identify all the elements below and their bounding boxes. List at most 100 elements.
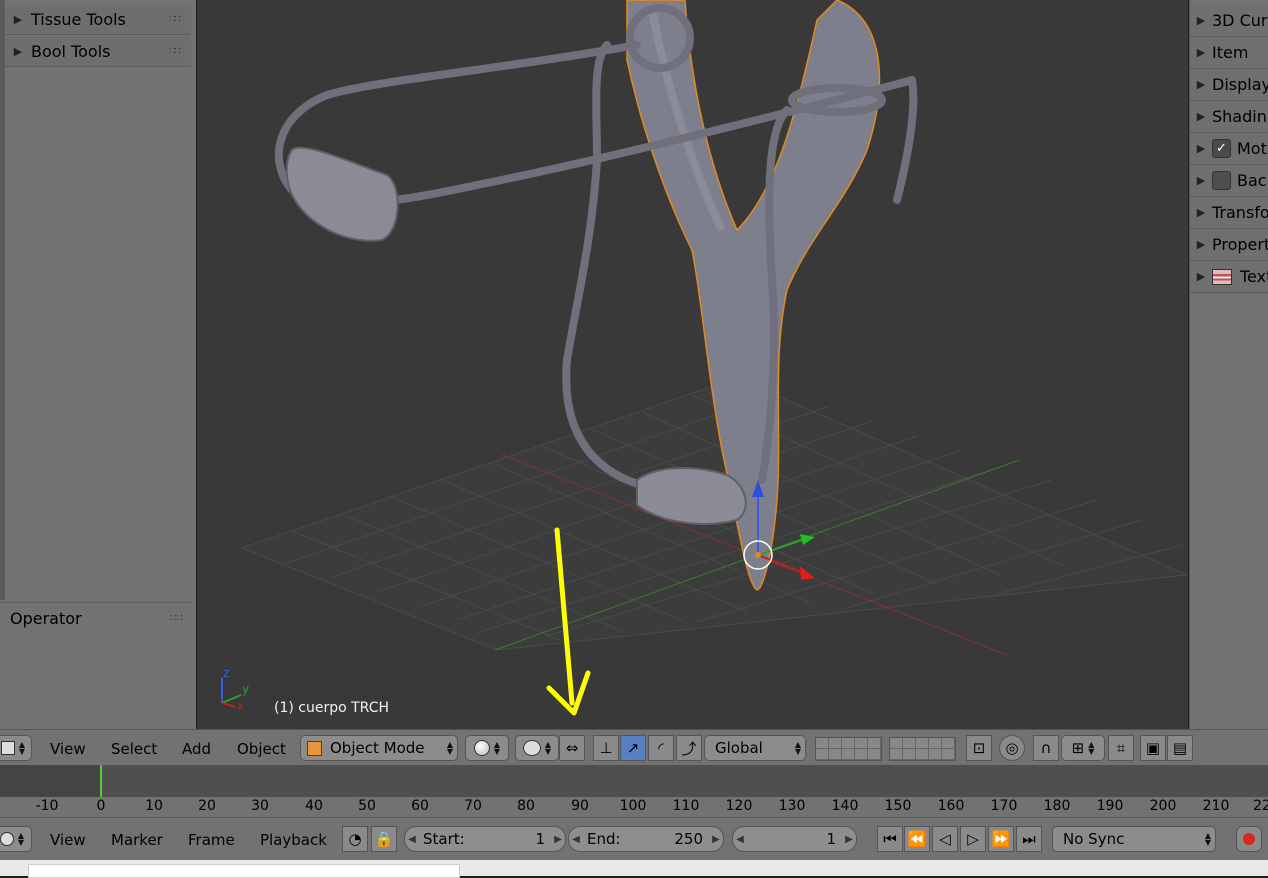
menu-object[interactable]: Object (237, 740, 286, 758)
frame-ruler[interactable]: -10 0 10 20 30 40 50 60 70 80 90 100 110… (0, 797, 1268, 817)
shelf-edge (0, 0, 5, 600)
timeline-keyframe-region (0, 765, 101, 797)
jump-to-previous-keyframe-icon[interactable]: ⏪ (904, 826, 930, 852)
start-label: Start: (423, 830, 465, 848)
viewport-shading-selector[interactable]: ▲ ▼ (465, 735, 509, 761)
tick-label: 60 (411, 798, 429, 814)
timeline-area[interactable] (0, 765, 1268, 797)
updown-icon: ▲ ▼ (446, 740, 453, 756)
panel-transform-orientations[interactable]: ▶ Transform Orientations (1190, 197, 1268, 229)
panel-label: Properties (1212, 235, 1268, 254)
panel-texture[interactable]: ▶ Texture (1190, 261, 1268, 293)
render-animation-icon[interactable]: ▤ (1167, 735, 1193, 761)
play-reverse-icon[interactable]: ◁ (932, 826, 958, 852)
drag-grip-icon[interactable]: ∷∷ (170, 613, 192, 624)
layers-group-1[interactable] (815, 737, 882, 761)
increment-arrow-icon[interactable]: ▶ (551, 834, 565, 845)
translate-manipulator-icon[interactable]: ↗ (620, 735, 646, 761)
jump-to-end-icon[interactable]: ⏭ (1016, 826, 1042, 852)
operator-panel-header[interactable]: Operator ∷∷ (0, 602, 192, 633)
mode-selector[interactable]: Object Mode ▲ ▼ (300, 735, 458, 761)
sync-mode-selector[interactable]: No Sync ▲ ▼ (1052, 826, 1216, 852)
tick-label: 20 (198, 798, 216, 814)
transform-orientation-selector[interactable]: Global ▲ ▼ (704, 735, 806, 761)
panel-label: Transform Orientations (1212, 203, 1268, 222)
play-icon[interactable]: ▷ (960, 826, 986, 852)
panel-motion-tracking[interactable]: ▶ ✓ Motion Tracking (1190, 133, 1268, 165)
panel-label: Motion Tracking (1237, 139, 1268, 158)
solid-sphere-icon (473, 740, 490, 756)
manipulator-axes-icon[interactable]: ⊥ (593, 735, 619, 761)
pivot-icon (522, 740, 541, 756)
menu-playback[interactable]: Playback (260, 831, 327, 849)
panel-item[interactable]: ▶ Item (1190, 37, 1268, 69)
drag-grip-icon[interactable]: ∷∷ (169, 14, 191, 25)
end-frame-field[interactable]: ◀ End: 250 ▶ (568, 826, 724, 852)
record-icon[interactable] (1236, 826, 1262, 852)
decrement-arrow-icon[interactable]: ◀ (569, 834, 583, 845)
increment-arrow-icon[interactable]: ▶ (842, 834, 856, 845)
manipulator-toggle-icon[interactable]: ⇔ (559, 735, 585, 761)
menu-add[interactable]: Add (182, 740, 211, 758)
menu-view[interactable]: View (50, 831, 86, 849)
panel-tissue-tools[interactable]: ▶ Tissue Tools ∷∷ (5, 5, 191, 35)
snap-element-selector[interactable]: ⊞ ▲ ▼ (1061, 735, 1105, 761)
checkbox-checked[interactable]: ✓ (1212, 139, 1231, 158)
tick-label: 40 (305, 798, 323, 814)
snap-magnet-icon[interactable]: ∩ (1033, 735, 1059, 761)
pivot-point-selector[interactable]: ▲ ▼ (515, 735, 559, 761)
panel-3d-cursor[interactable]: ▶ 3D Cursor (1190, 5, 1268, 37)
lock-icon[interactable]: 🔒 (371, 826, 397, 852)
tick-label: 110 (672, 798, 700, 814)
decrement-arrow-icon[interactable]: ◀ (733, 834, 747, 845)
tick-label: -10 (35, 798, 59, 814)
sync-label: No Sync (1063, 830, 1125, 848)
updown-icon: ▲ ▼ (18, 740, 26, 756)
panel-shading[interactable]: ▶ Shading (1190, 101, 1268, 133)
menu-view[interactable]: View (50, 740, 86, 758)
render-camera-icon[interactable]: ▣ (1140, 735, 1166, 761)
3d-viewport[interactable]: z y x (1) cuerpo TRCH (197, 0, 1188, 729)
object-mode-icon (307, 740, 322, 756)
panel-background-images[interactable]: ▶ Background Images (1190, 165, 1268, 197)
updown-icon: ▲ ▼ (493, 740, 501, 756)
proportional-edit-icon[interactable]: ◎ (999, 735, 1025, 761)
decrement-arrow-icon[interactable]: ◀ (405, 834, 419, 845)
current-frame-field[interactable]: ◀ 1 ▶ (732, 826, 857, 852)
start-frame-field[interactable]: ◀ Start: 1 ▶ (404, 826, 566, 852)
snap-target-icon[interactable]: ⌗ (1108, 735, 1134, 761)
panel-label: Item (1212, 43, 1249, 62)
layer-lock-icon[interactable]: ⊡ (966, 735, 992, 761)
menu-select[interactable]: Select (111, 740, 157, 758)
axis-label-z: z (223, 666, 229, 680)
rotate-manipulator-icon[interactable]: ◜ (648, 735, 674, 761)
tick-label: 180 (1043, 798, 1071, 814)
tick-label: 130 (778, 798, 806, 814)
checkbox-unchecked[interactable] (1212, 171, 1231, 190)
expand-triangle-icon: ▶ (1196, 238, 1206, 251)
increment-arrow-icon[interactable]: ▶ (709, 834, 723, 845)
editor-type-selector[interactable]: ▲ ▼ (0, 826, 32, 852)
drag-grip-icon[interactable]: ∷∷ (169, 46, 191, 57)
editor-type-selector[interactable]: ▲ ▼ (0, 735, 32, 761)
jump-to-next-keyframe-icon[interactable]: ⏩ (988, 826, 1014, 852)
updown-icon: ▲ ▼ (544, 740, 552, 756)
panel-display[interactable]: ▶ Display (1190, 69, 1268, 101)
jump-to-start-icon[interactable]: ⏮ (877, 826, 903, 852)
layers-group-2[interactable] (889, 737, 956, 761)
panel-bool-tools[interactable]: ▶ Bool Tools ∷∷ (5, 37, 191, 67)
tick-label: 150 (884, 798, 912, 814)
tick-label: 10 (145, 798, 163, 814)
panel-properties[interactable]: ▶ Properties (1190, 229, 1268, 261)
expand-triangle-icon: ▶ (1196, 14, 1206, 27)
active-object-label: (1) cuerpo TRCH (274, 700, 390, 716)
tick-label: 190 (1096, 798, 1124, 814)
current-frame-cursor[interactable] (100, 765, 102, 797)
axis-label-y: y (242, 682, 249, 696)
menu-frame[interactable]: Frame (188, 831, 235, 849)
updown-icon: ▲ ▼ (794, 740, 801, 756)
tick-label: 80 (517, 798, 535, 814)
preview-range-icon[interactable]: ◔ (342, 826, 368, 852)
menu-marker[interactable]: Marker (111, 831, 163, 849)
scale-manipulator-icon[interactable]: ⤴ (676, 735, 702, 761)
